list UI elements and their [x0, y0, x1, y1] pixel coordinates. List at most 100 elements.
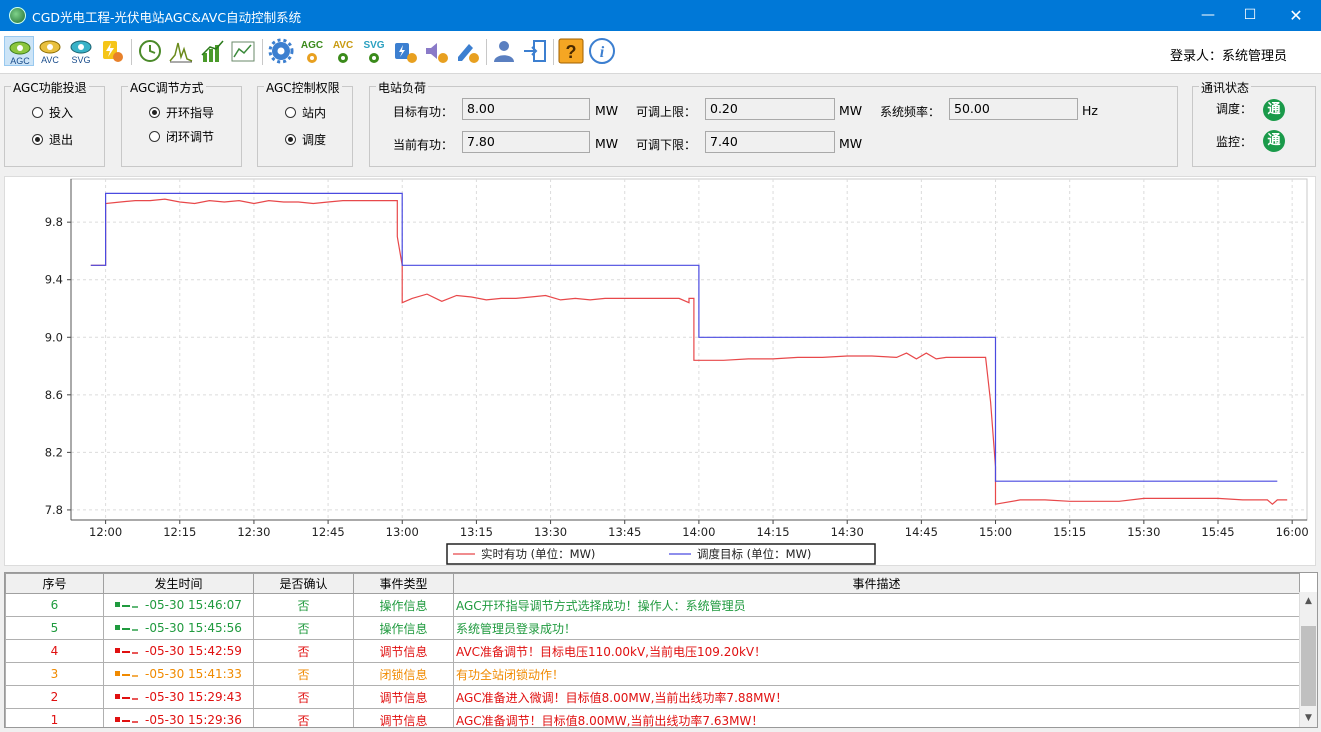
svg-monitor-button[interactable]: SVG: [66, 36, 96, 66]
column-header-time[interactable]: 发生时间: [103, 573, 254, 594]
event-level-icon: [115, 598, 145, 608]
svg-settings-button[interactable]: SVG: [359, 36, 389, 66]
event-desc: AGC开环指导调节方式选择成功！操作人：系统管理员: [453, 593, 1300, 617]
column-header-confirmed[interactable]: 是否确认: [253, 573, 354, 594]
comm-status-title: 通讯状态: [1199, 79, 1252, 96]
event-level-icon: [115, 690, 145, 700]
event-confirmed: 否: [253, 616, 354, 640]
event-confirmed: 否: [253, 685, 354, 709]
x-tick-label: 14:00: [682, 525, 715, 539]
history-button[interactable]: [135, 36, 165, 66]
y-tick-label: 8.2: [45, 445, 63, 459]
event-confirmed: 否: [253, 662, 354, 686]
toolbar: AGC AVC SVG AGC AVC SVG ? i: [0, 31, 1321, 74]
lightning-icon: [103, 41, 123, 62]
column-header-desc[interactable]: 事件描述: [453, 573, 1300, 594]
agc-switch-off-radio[interactable]: 退出: [32, 131, 73, 148]
agc-authority-group: AGC控制权限 站内 调度: [257, 79, 353, 167]
minimize-icon[interactable]: —: [1185, 0, 1231, 31]
info-icon: i: [589, 38, 615, 64]
x-tick-label: 13:45: [608, 525, 641, 539]
event-level-icon: [115, 713, 145, 723]
table-row[interactable]: 5 -05-30 15:45:56 否操作信息 系统管理员登录成功！: [5, 616, 1300, 640]
table-row[interactable]: 3 -05-30 15:41:33 否闭锁信息 有功全站闭锁动作！: [5, 662, 1300, 686]
agc-mode-title: AGC调节方式: [128, 79, 206, 96]
bar-chart-button[interactable]: [197, 36, 227, 66]
station-radio[interactable]: 站内: [285, 104, 326, 121]
current-power-field: 7.80: [462, 131, 590, 153]
lower-limit-label: 可调下限：: [636, 138, 697, 152]
sound-settings-button[interactable]: [421, 36, 451, 66]
event-type: 调节信息: [353, 639, 454, 663]
dispatch-status-label: 调度：: [1216, 102, 1253, 116]
monitor-status-label: 监控：: [1216, 135, 1253, 149]
agc-settings-button[interactable]: AGC: [297, 36, 327, 66]
close-icon[interactable]: ✕: [1273, 0, 1319, 31]
event-table: 序号 发生时间 是否确认 事件类型 事件描述 6 -05-30 15:46:07 否…: [5, 573, 1300, 727]
y-tick-label: 9.4: [45, 273, 63, 287]
event-confirmed: 否: [253, 593, 354, 617]
eye-icon: AVC: [39, 40, 61, 65]
agc-switch-on-radio[interactable]: 投入: [32, 104, 73, 121]
y-tick-label: 9.0: [45, 330, 63, 344]
svg-text:AGC: AGC: [10, 56, 30, 66]
avc-settings-button[interactable]: AVC: [328, 36, 358, 66]
x-tick-label: 14:30: [831, 525, 864, 539]
event-type: 操作信息: [353, 616, 454, 640]
table-row[interactable]: 1 -05-30 15:29:36 否调节信息 AGC准备调节！目标值8.00MW,当…: [5, 708, 1300, 727]
open-loop-radio[interactable]: 开环指导: [149, 104, 214, 121]
info-button[interactable]: i: [587, 36, 617, 66]
event-desc: 系统管理员登录成功！: [453, 616, 1300, 640]
pencil-gear-icon: [458, 44, 479, 63]
peak-chart-button[interactable]: [166, 36, 196, 66]
current-power-unit: MW: [595, 136, 619, 151]
event-type: 调节信息: [353, 685, 454, 709]
help-button[interactable]: ?: [556, 36, 586, 66]
table-row[interactable]: 6 -05-30 15:46:07 否操作信息 AGC开环指导调节方式选择成功！操作人…: [5, 593, 1300, 617]
x-tick-label: 13:30: [534, 525, 567, 539]
x-tick-label: 12:15: [163, 525, 196, 539]
app-icon: [9, 7, 26, 24]
event-no: 3: [5, 662, 104, 686]
login-button[interactable]: [520, 36, 550, 66]
scrollbar-thumb[interactable]: [1301, 626, 1316, 706]
device-settings-button[interactable]: [390, 36, 420, 66]
column-header-type[interactable]: 事件类型: [353, 573, 454, 594]
event-table-header: 序号 发生时间 是否确认 事件类型 事件描述: [5, 573, 1300, 594]
scroll-up-icon[interactable]: ▲: [1300, 596, 1317, 606]
closed-loop-radio[interactable]: 闭环调节: [149, 128, 214, 145]
event-time: -05-30 15:29:43: [103, 685, 254, 709]
monitor-status-indicator: 通: [1263, 130, 1285, 152]
svg-text:SVG: SVG: [71, 55, 90, 65]
agc-monitor-button[interactable]: AGC: [4, 36, 34, 66]
settings-button[interactable]: [266, 36, 296, 66]
scroll-down-icon[interactable]: ▼: [1300, 713, 1317, 723]
lower-limit-unit: MW: [839, 136, 863, 151]
x-tick-label: 12:45: [312, 525, 345, 539]
power-chart: 7.8 8.2 8.6 9.0 9.4 9.8 12:00 12:15 12:30 12:45 13…: [4, 176, 1316, 566]
maximize-icon[interactable]: ☐: [1227, 0, 1273, 31]
edit-settings-button[interactable]: [452, 36, 482, 66]
table-row[interactable]: 2 -05-30 15:29:43 否调节信息 AGC准备进入微调！目标值8.00MW…: [5, 685, 1300, 709]
peak-chart-icon: [169, 42, 193, 63]
speaker-gear-icon: [426, 43, 448, 63]
event-no: 1: [5, 708, 104, 727]
legend-label: 实时有功 (单位：MW): [481, 547, 595, 561]
power-setting-button[interactable]: [97, 36, 127, 66]
dispatch-radio[interactable]: 调度: [285, 131, 326, 148]
user-button[interactable]: [489, 36, 519, 66]
column-header-no[interactable]: 序号: [5, 573, 104, 594]
lower-limit-field: 7.40: [705, 131, 835, 153]
svg-text:AVC: AVC: [41, 55, 59, 65]
current-power-label: 当前有功：: [393, 138, 454, 152]
avc-monitor-button[interactable]: AVC: [35, 36, 65, 66]
agc-switch-group: AGC功能投退 投入 退出: [4, 79, 105, 167]
line-chart-button[interactable]: [228, 36, 258, 66]
x-tick-label: 14:15: [756, 525, 789, 539]
table-row[interactable]: 4 -05-30 15:42:59 否调节信息 AVC准备调节！目标电压110.00k…: [5, 639, 1300, 663]
clock-icon: [139, 40, 161, 62]
station-load-group: 电站负荷 目标有功： 8.00 MW 当前有功： 7.80 MW 可调上限： 0…: [369, 79, 1178, 167]
frequency-label: 系统频率：: [880, 105, 941, 119]
vertical-scrollbar[interactable]: ▲ ▼: [1299, 592, 1317, 727]
x-tick-label: 14:45: [905, 525, 938, 539]
